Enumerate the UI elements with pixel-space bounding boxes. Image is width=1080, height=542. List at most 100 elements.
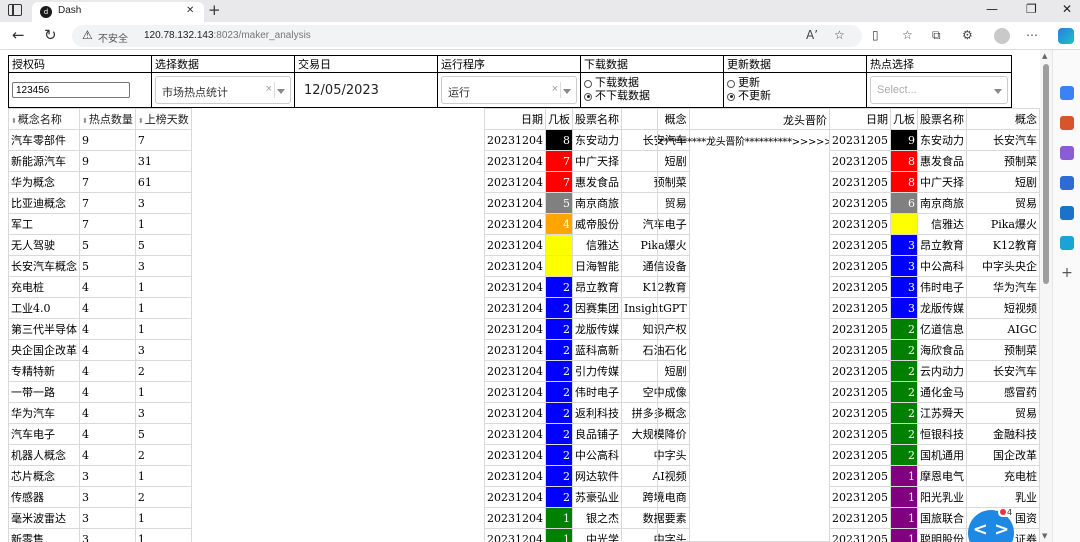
close-window-icon[interactable]: ✕ (1062, 2, 1072, 16)
table-row[interactable]: 芯片概念 3 1 (8, 465, 192, 487)
column-header[interactable]: ⬍概念名称 (8, 108, 80, 130)
restore-icon[interactable]: ❐ (1026, 2, 1037, 16)
table-row[interactable]: 工业4.0 4 1 (8, 297, 192, 319)
hotspot-dropdown[interactable]: Select... (870, 76, 1008, 104)
table-row[interactable]: 20231205 2 江苏舜天 贸易 (829, 402, 1040, 424)
date-cell: 20231204 (484, 444, 546, 466)
table-row[interactable]: 20231205 6 南京商旅 贸易 (829, 192, 1040, 214)
column-header[interactable]: ⬍上榜天数 (134, 108, 192, 130)
table-row[interactable]: 汽车零部件 9 7 (8, 129, 192, 151)
table-row[interactable]: 比亚迪概念 7 3 (8, 192, 192, 214)
hot-count-cell: 3 (79, 465, 136, 487)
split-screen-icon[interactable]: ▯ (872, 28, 879, 42)
table-row[interactable]: 20231205 1 摩恩电气 充电桩 (829, 465, 1040, 487)
extensions-icon[interactable]: ⚙ (962, 28, 973, 42)
table-row[interactable]: 20231205 2 国机通用 国企改革 (829, 444, 1040, 466)
scroll-down-icon[interactable]: ▼ (1042, 532, 1047, 540)
days-on-list-cell: 3 (134, 339, 192, 361)
sidebar-send-icon[interactable] (1060, 236, 1074, 250)
table-row[interactable]: 20231205 4 信雅达 Pika爆火 (829, 213, 1040, 235)
table-row[interactable]: 新零售 3 1 (8, 528, 192, 542)
table-row[interactable]: 第三代半导体 4 1 (8, 318, 192, 340)
minimize-icon[interactable]: — (986, 2, 998, 16)
table-row[interactable]: 20231205 2 云内动力 长安汽车 (829, 360, 1040, 382)
board-count-cell: 2 (545, 381, 573, 403)
table-row[interactable]: 传感器 3 2 (8, 486, 192, 508)
table-row[interactable]: 新能源汽车 9 31 (8, 150, 192, 172)
sidebar-tag-icon[interactable] (1060, 86, 1074, 100)
stock-name-cell: 中公高科 (917, 255, 967, 277)
warning-icon[interactable]: ⚠ (82, 28, 93, 42)
sidebar-outlook-icon[interactable] (1060, 206, 1074, 220)
date-cell: 20231204 (484, 276, 546, 298)
url-text[interactable]: 120.78.132.143:8023/maker_analysis (144, 30, 311, 41)
chevron-down-icon[interactable] (994, 89, 1002, 94)
radio-update[interactable]: 更新 (727, 77, 863, 90)
table-row[interactable]: 央企国企改革 4 3 (8, 339, 192, 361)
vertical-scrollbar[interactable]: ▲ ▼ (1040, 50, 1052, 542)
table-row[interactable]: 华为汽车 4 3 (8, 402, 192, 424)
program-dropdown[interactable]: 运行 × (441, 76, 577, 104)
sidebar-chess-icon[interactable] (1060, 146, 1074, 160)
clear-icon[interactable]: × (266, 83, 272, 95)
table-row[interactable]: 20231205 8 惠发食品 预制菜 (829, 150, 1040, 172)
data-select-dropdown[interactable]: 市场热点统计 × (155, 76, 291, 104)
table-row[interactable]: 长安汽车概念 5 3 (8, 255, 192, 277)
edge-sidebar: + (1052, 50, 1080, 542)
table-row[interactable]: 20231205 3 昂立教育 K12教育 (829, 234, 1040, 256)
table-row[interactable]: 20231205 2 通化金马 感冒药 (829, 381, 1040, 403)
table-row[interactable]: 充电桩 4 1 (8, 276, 192, 298)
radio-no-update[interactable]: 不更新 (727, 90, 863, 103)
new-tab-icon[interactable]: + (208, 1, 221, 19)
table-row[interactable]: 20231205 1 阳光乳业 乳业 (829, 486, 1040, 508)
chevron-down-icon[interactable] (563, 89, 571, 94)
address-bar[interactable]: ⚠ 不安全 120.78.132.143:8023/maker_analysis… (72, 25, 862, 47)
scroll-up-icon[interactable]: ▲ (1042, 52, 1047, 60)
concept-cell: AIGC (966, 318, 1040, 340)
table-row[interactable]: 毫米波雷达 3 1 (8, 507, 192, 529)
table-row[interactable]: 一带一路 4 1 (8, 381, 192, 403)
table-row[interactable]: 专精特新 4 2 (8, 360, 192, 382)
radio-no-download[interactable]: 不下载数据 (584, 90, 720, 103)
refresh-icon[interactable]: ↻ (44, 26, 57, 44)
tab-close-icon[interactable]: ✕ (186, 5, 194, 16)
radio-download[interactable]: 下载数据 (584, 77, 720, 90)
clear-icon[interactable]: × (552, 83, 558, 95)
column-header[interactable]: ⬍热点数量 (79, 108, 136, 130)
chevron-down-icon[interactable] (277, 89, 285, 94)
favorite-star-icon[interactable]: ☆ (834, 28, 845, 42)
table-row[interactable]: 机器人概念 4 2 (8, 444, 192, 466)
collections-icon[interactable]: ⧉ (932, 28, 941, 43)
copilot-icon[interactable] (1058, 28, 1074, 44)
sidebar-toolbox-icon[interactable] (1060, 116, 1074, 130)
table-row[interactable]: 20231205 3 中公高科 中字头央企 (829, 255, 1040, 277)
table-row[interactable]: 军工 7 1 (8, 213, 192, 235)
more-menu-icon[interactable]: ⋯ (1026, 28, 1038, 42)
table-row[interactable]: 汽车电子 4 5 (8, 423, 192, 445)
stock-name-cell: 信雅达 (917, 213, 967, 235)
sidebar-copilot-icon[interactable] (1060, 176, 1074, 190)
table-row[interactable]: 无人驾驶 5 5 (8, 234, 192, 256)
stock-name-cell: 国机通用 (917, 444, 967, 466)
read-aloud-icon[interactable]: A’ (806, 28, 818, 42)
board-count-cell: 3 (890, 297, 918, 319)
date-cell: 20231204 (484, 318, 546, 340)
profile-avatar[interactable] (994, 28, 1010, 44)
scrollbar-thumb[interactable] (1043, 64, 1049, 284)
table-row[interactable]: 20231205 2 恒银科技 金融科技 (829, 423, 1040, 445)
back-icon[interactable]: ← (12, 26, 25, 44)
browser-tab[interactable]: d Dash ✕ (32, 2, 204, 22)
table-row[interactable]: 20231205 3 伟时电子 华为汽车 (829, 276, 1040, 298)
sidebar-add-icon[interactable]: + (1060, 266, 1074, 280)
table-row[interactable]: 华为概念 7 61 (8, 171, 192, 193)
auth-code-input[interactable]: 123456 (12, 82, 130, 98)
favorites-icon[interactable]: ☆ (902, 28, 913, 42)
table-row[interactable]: 20231205 2 亿道信息 AIGC (829, 318, 1040, 340)
trade-date-picker[interactable]: 12/05/2023 (298, 83, 434, 98)
table-row[interactable]: 20231205 8 中广天择 短剧 (829, 171, 1040, 193)
table-row[interactable]: 20231205 9 东安动力 长安汽车 (829, 129, 1040, 151)
tab-actions-icon[interactable] (8, 4, 22, 16)
table-row[interactable]: 20231205 3 龙版传媒 短视频 (829, 297, 1040, 319)
security-label: 不安全 (98, 34, 128, 45)
table-row[interactable]: 20231205 2 海欣食品 预制菜 (829, 339, 1040, 361)
